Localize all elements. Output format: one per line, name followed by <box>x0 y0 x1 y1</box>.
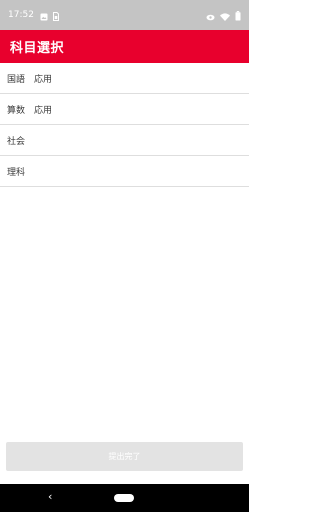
subject-item-label: 社会 <box>7 136 26 147</box>
subject-item-social-studies[interactable]: 社会 <box>0 125 249 156</box>
wifi-icon <box>220 6 230 25</box>
subject-item-japanese-advanced[interactable]: 国語 応用 <box>0 63 249 94</box>
subject-item-label: 理科 <box>7 167 26 178</box>
status-left-icons <box>40 6 59 25</box>
page-title: 科目選択 <box>10 41 65 56</box>
image-icon <box>40 6 48 25</box>
status-right-icons <box>206 6 241 25</box>
eye-icon <box>206 6 215 25</box>
app-bar: 科目選択 <box>0 30 249 63</box>
app-screen: 17:52 科目選択 国語 応用 算数 応用 社会 理科 提出完了 ‹ <box>0 0 249 512</box>
status-time: 17:52 <box>8 10 34 20</box>
subject-item-label: 国語 応用 <box>7 74 53 85</box>
navigation-bar: ‹ <box>0 484 249 512</box>
sim-card-icon <box>52 6 59 25</box>
status-bar: 17:52 <box>0 0 249 30</box>
subject-list: 国語 応用 算数 応用 社会 理科 <box>0 63 249 187</box>
home-pill-icon[interactable] <box>114 494 134 502</box>
subject-item-science[interactable]: 理科 <box>0 156 249 187</box>
back-icon[interactable]: ‹ <box>48 490 52 504</box>
subject-item-math-advanced[interactable]: 算数 応用 <box>0 94 249 125</box>
subject-item-label: 算数 応用 <box>7 105 53 116</box>
submit-button[interactable]: 提出完了 <box>6 442 243 471</box>
battery-icon <box>235 6 241 25</box>
